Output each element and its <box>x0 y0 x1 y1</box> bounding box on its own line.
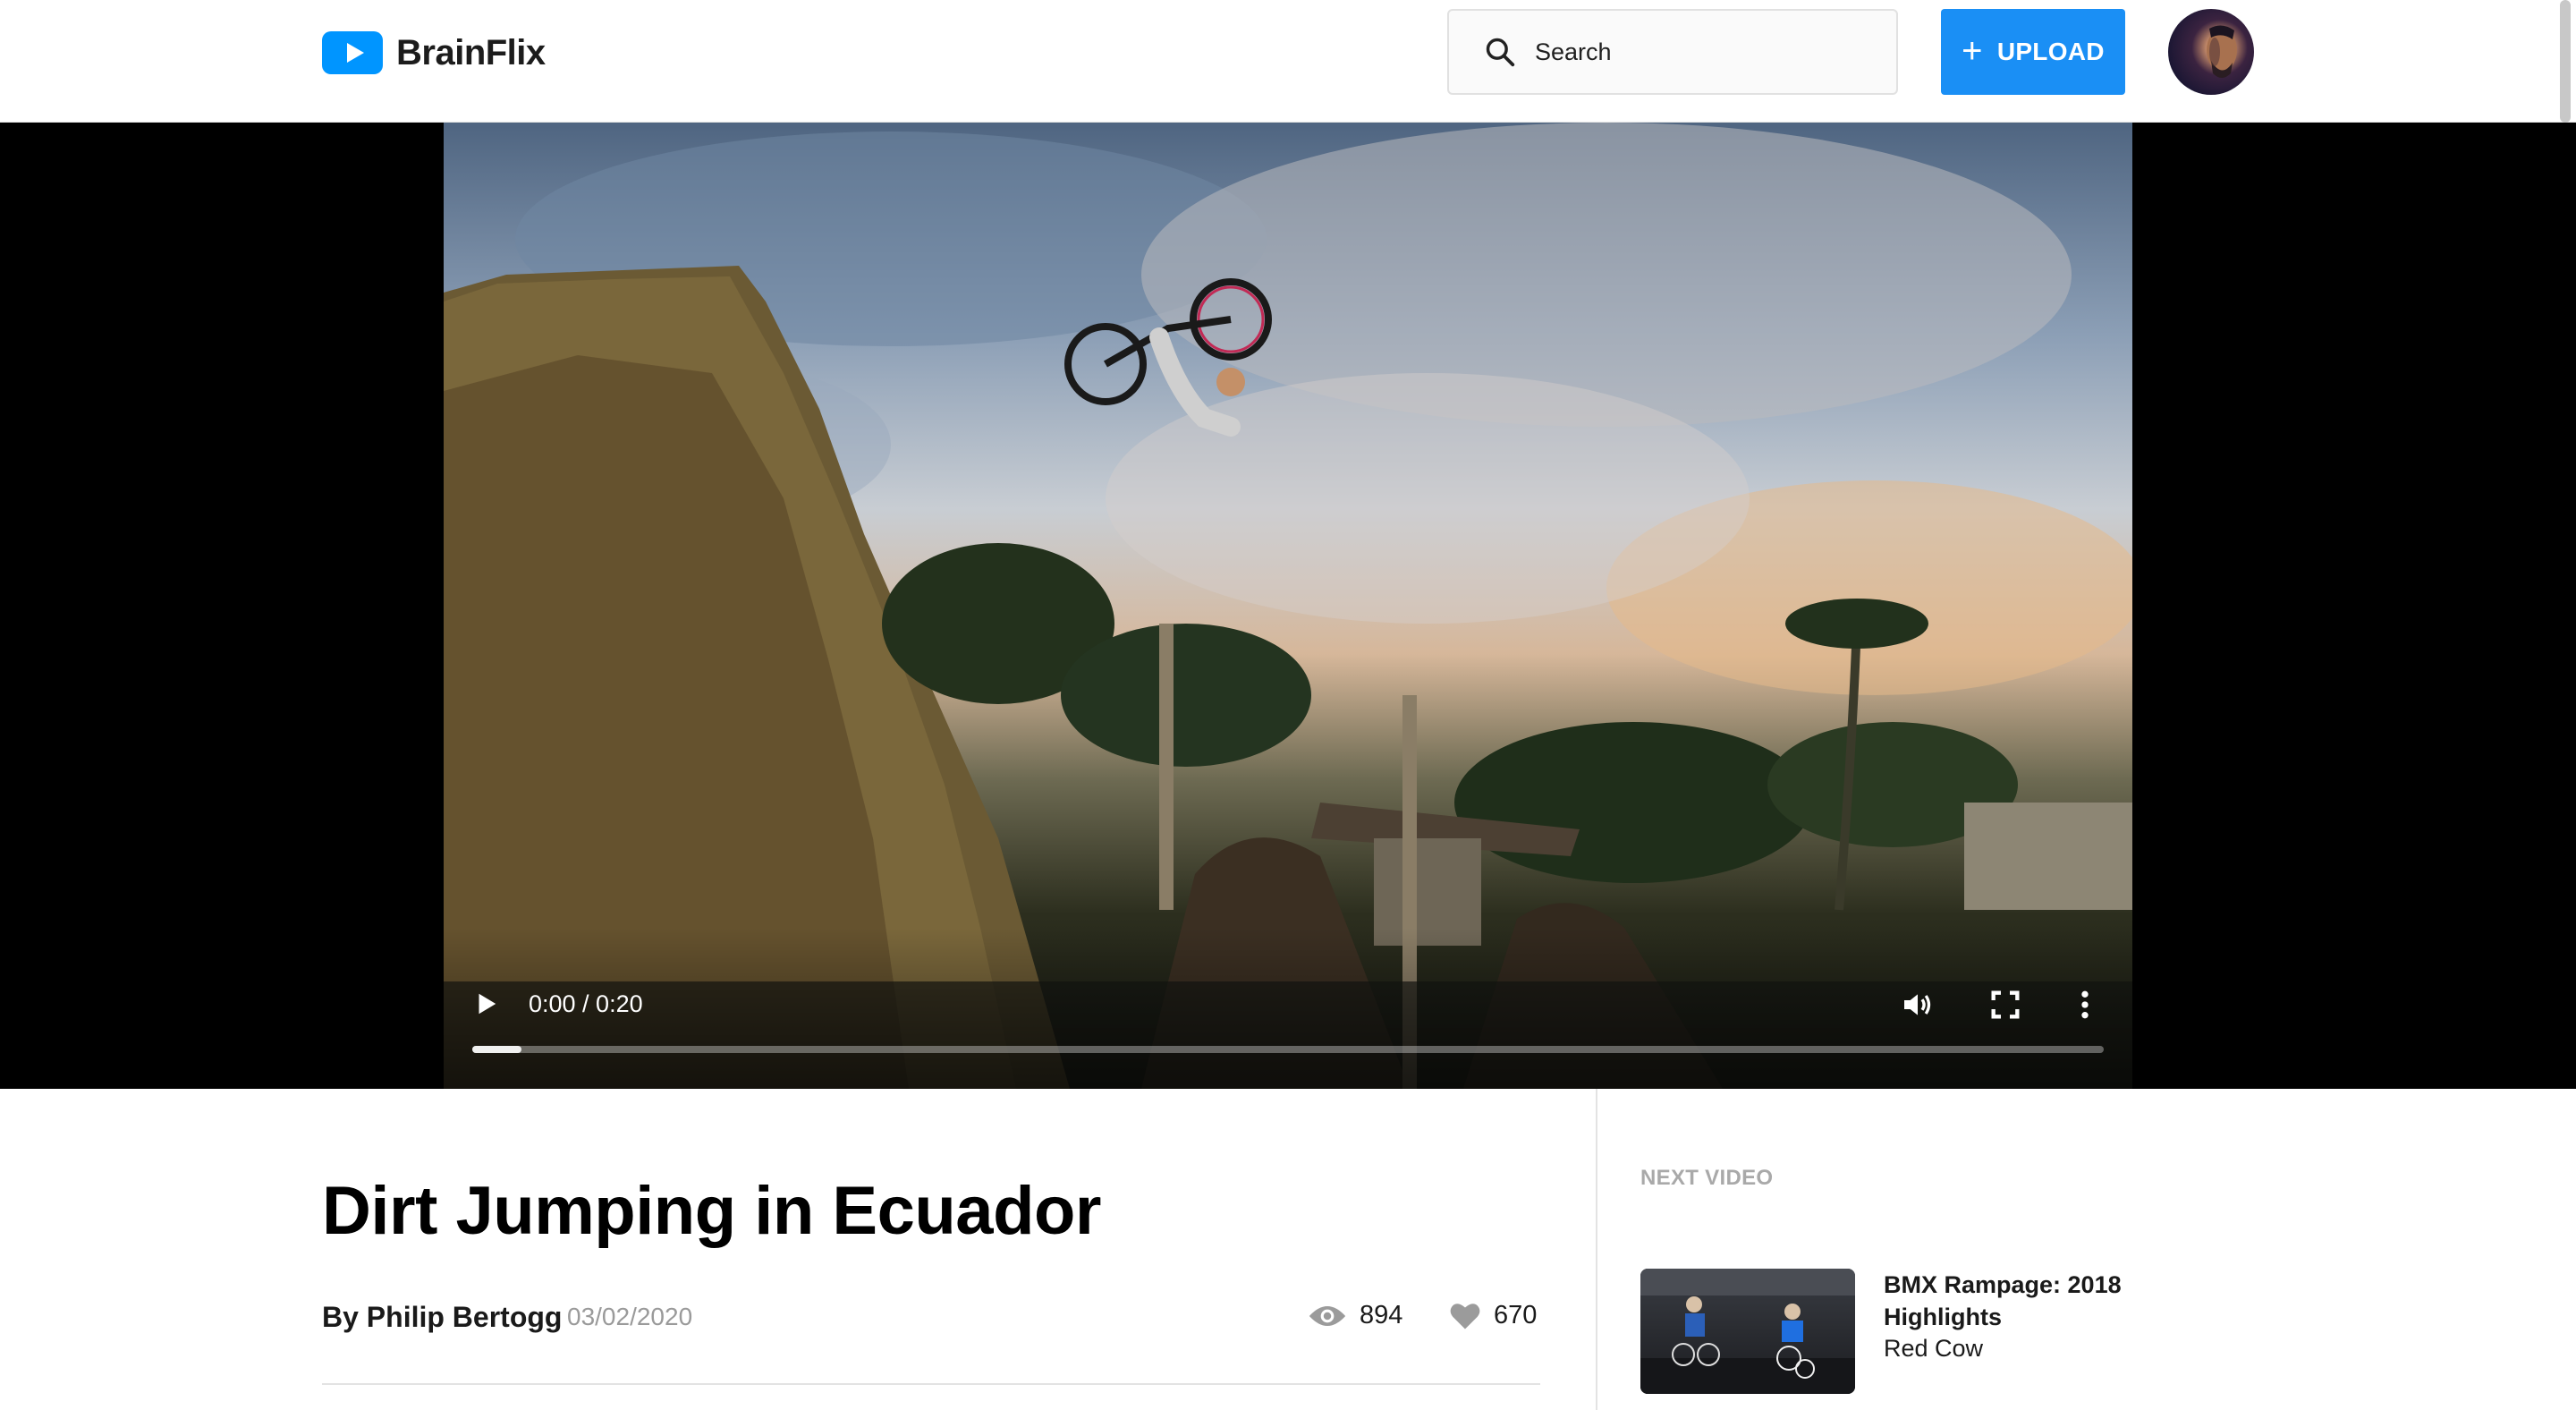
upload-label: UPLOAD <box>1996 38 2105 65</box>
search-box[interactable] <box>1447 9 1898 95</box>
next-video-heading: NEXT VIDEO <box>1640 1166 1774 1190</box>
top-nav: BrainFlix + UPLOAD <box>0 0 2576 123</box>
likes-value: 670 <box>1494 1301 1538 1329</box>
user-avatar[interactable] <box>2168 9 2254 95</box>
brainflix-logo[interactable]: BrainFlix <box>322 30 546 75</box>
progress-bar[interactable] <box>472 1046 2104 1053</box>
more-options-icon[interactable] <box>2072 987 2098 1023</box>
likes-count[interactable]: 670 <box>1449 1301 1537 1330</box>
video-band: 0:00 / 0:20 <box>0 123 2576 1089</box>
search-icon <box>1486 38 1515 67</box>
fullscreen-icon[interactable] <box>1987 987 2023 1023</box>
page-scrollbar[interactable] <box>2560 0 2571 123</box>
play-icon[interactable] <box>472 990 499 1017</box>
views-count: 894 <box>1308 1301 1402 1330</box>
views-value: 894 <box>1360 1301 1403 1329</box>
bmx-thumbnail-image <box>1640 1269 1855 1394</box>
next-video-title: BMX Rampage: 2018 Highlights <box>1884 1271 2122 1330</box>
video-author: By Philip Bertogg <box>322 1301 563 1333</box>
playback-time: 0:00 / 0:20 <box>529 990 643 1017</box>
video-title: Dirt Jumping in Ecuador <box>322 1173 1102 1249</box>
divider <box>322 1383 1540 1385</box>
video-date: 03/02/2020 <box>567 1303 693 1330</box>
column-divider <box>1596 1089 1597 1410</box>
plus-icon: + <box>1962 30 1983 71</box>
video-player[interactable]: 0:00 / 0:20 <box>444 123 2132 1089</box>
search-input[interactable] <box>1533 37 1873 67</box>
play-logo-icon <box>322 31 383 74</box>
next-video-thumbnail[interactable] <box>1640 1269 1855 1394</box>
logo-text: BrainFlix <box>396 32 546 72</box>
upload-button[interactable]: + UPLOAD <box>1941 9 2125 95</box>
controls-overlay <box>444 928 2132 1089</box>
progress-fill <box>472 1046 521 1053</box>
next-video-channel: Red Cow <box>1884 1335 1984 1362</box>
avatar-portrait-icon <box>2207 25 2237 78</box>
eye-icon <box>1309 1305 1346 1326</box>
heart-icon[interactable] <box>1449 1302 1481 1330</box>
volume-icon[interactable] <box>1900 987 1936 1023</box>
next-video-item[interactable]: BMX Rampage: 2018 Highlights Red Cow <box>1640 1269 2267 1396</box>
